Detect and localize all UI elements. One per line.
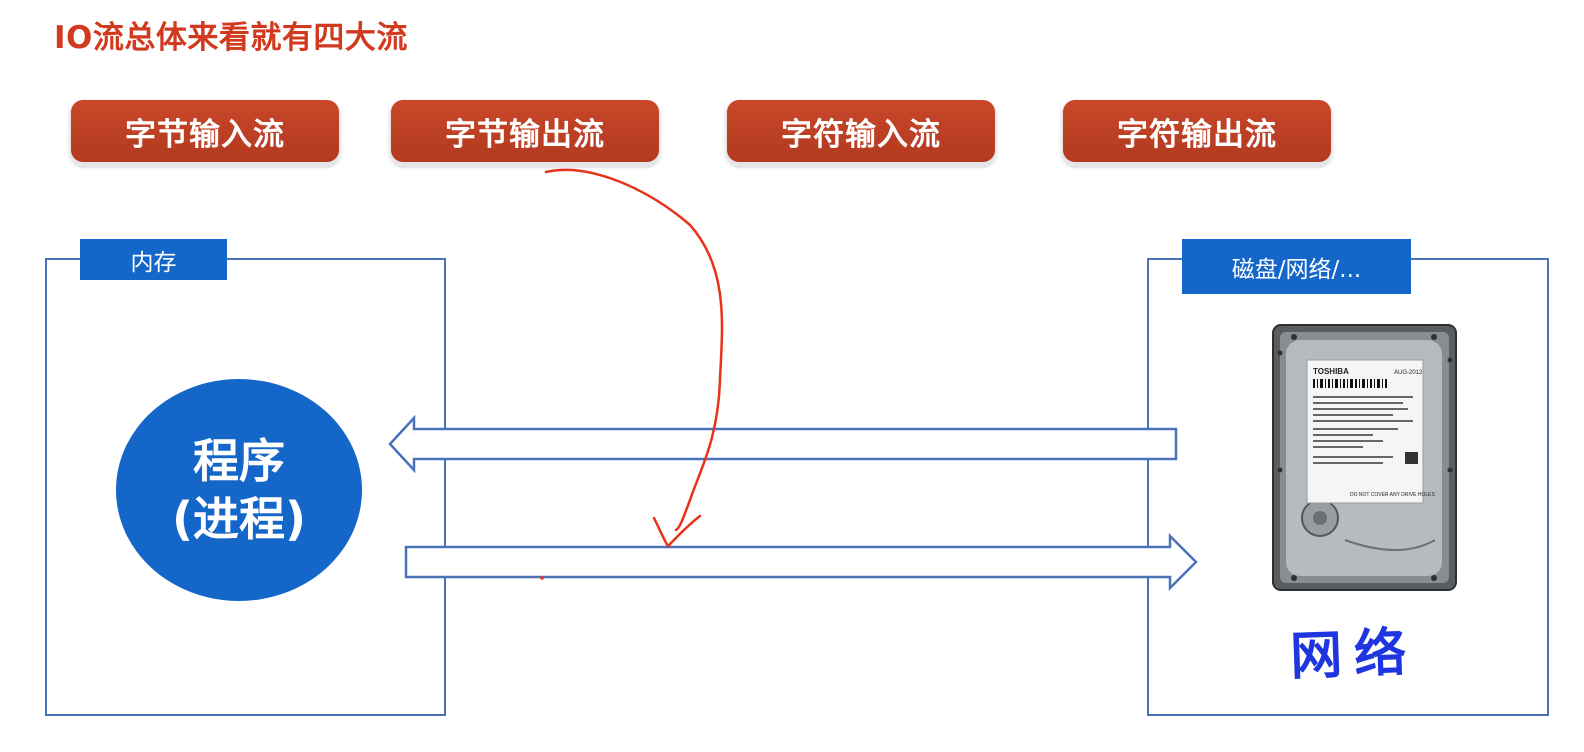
red-annotation-curve — [540, 168, 724, 580]
disk-brand-text: TOSHIBA — [1313, 367, 1349, 376]
input-arrow — [388, 414, 1178, 474]
hard-disk-image: TOSHIBA AUG-2012 DO NOT COVER ANY DRIVE … — [1272, 324, 1457, 591]
output-arrow — [404, 532, 1198, 592]
disk-code-text: AUG-2012 — [1394, 370, 1423, 376]
handwritten-network-label: 网络 — [1289, 622, 1420, 688]
disk-warning-text: DO NOT COVER ANY DRIVE HOLES — [1350, 492, 1436, 498]
